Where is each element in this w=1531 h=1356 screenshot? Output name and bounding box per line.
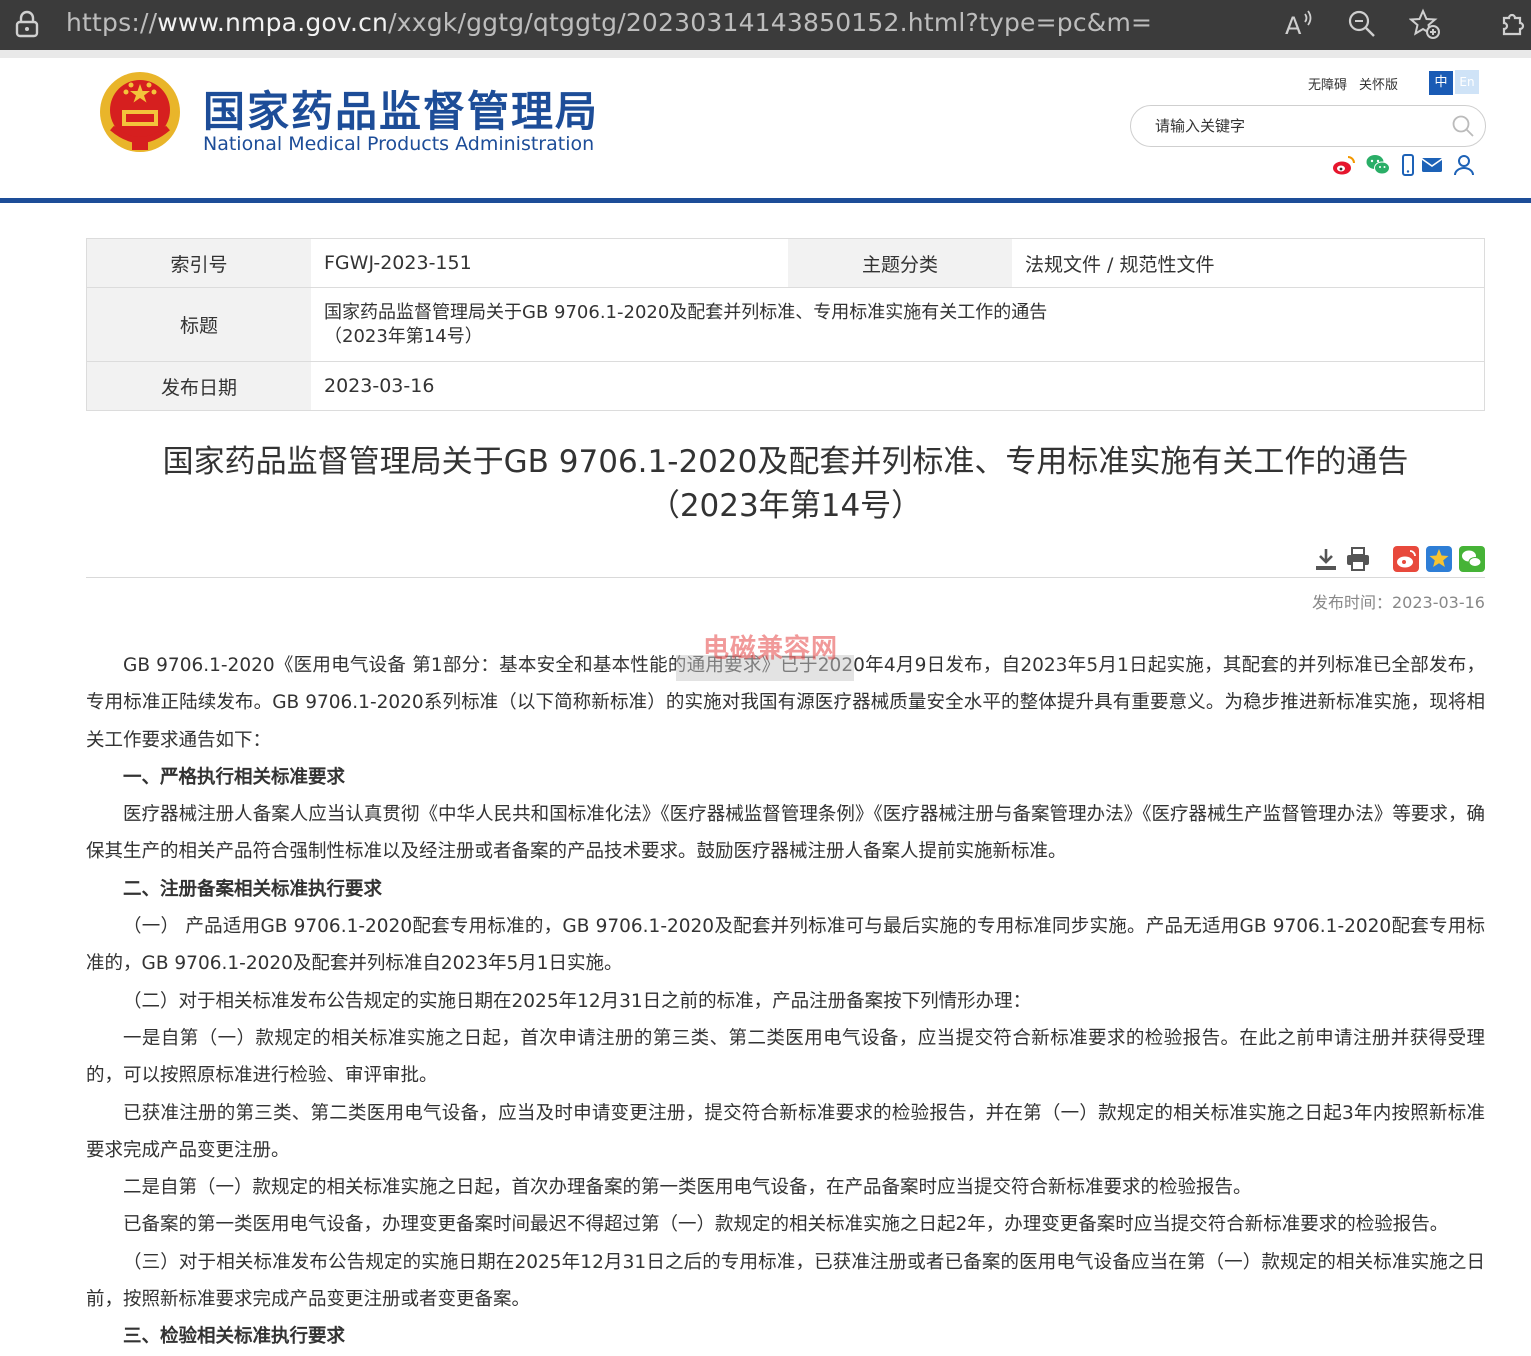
print-icon[interactable] (1345, 546, 1371, 572)
accessibility-link[interactable]: 无障碍 (1308, 78, 1347, 93)
category-value: 法规文件 / 规范性文件 (1025, 253, 1215, 276)
paragraph: （二）对于相关标准发布公告规定的实施日期在2025年12月31日之前的标准，产品… (123, 990, 1032, 1012)
watermark: 电磁兼容网 (703, 634, 839, 664)
publish-time: 发布时间：2023-03-16 (1312, 593, 1485, 612)
care-mode-link[interactable]: 关怀版 (1359, 78, 1398, 93)
search-input[interactable] (1153, 114, 1437, 138)
zoom-icon[interactable] (1346, 8, 1378, 40)
header-divider (0, 198, 1531, 203)
index-value: FGWJ-2023-151 (324, 252, 472, 274)
section-heading: 二、注册备案相关标准执行要求 (123, 878, 383, 900)
mail-icon[interactable] (1420, 154, 1444, 176)
title-value-line2: （2023年第14号） (324, 325, 483, 347)
language-switch: 中 En (1429, 70, 1479, 95)
favorite-add-icon[interactable] (1409, 8, 1441, 40)
table-row: 发布日期 2023-03-16 (86, 361, 1485, 411)
share-wechat-icon[interactable] (1459, 546, 1485, 572)
title-divider (86, 577, 1485, 578)
date-value: 2023-03-16 (311, 361, 1485, 411)
site-header: 国家药品监督管理局 National Medical Products Admi… (0, 58, 1531, 198)
paragraph: （一） 产品适用GB 9706.1-2020配套专用标准的，GB 9706.1-… (86, 916, 1485, 975)
date-label: 发布日期 (86, 361, 311, 411)
title-value: 国家药品监督管理局关于GB 9706.1-2020及配套并列标准、专用标准实施有… (311, 287, 1485, 362)
paragraph: 一是自第（一）款规定的相关标准实施之日起，首次申请注册的第三类、第二类医用电气设… (86, 1027, 1485, 1087)
table-row: 索引号 FGWJ-2023-151 主题分类 法规文件 / 规范性文件 (86, 238, 1485, 288)
site-logo-cn[interactable]: 国家药品监督管理局 (203, 78, 599, 139)
browser-address-bar: https://www.nmpa.gov.cn/xxgk/ggtg/qtggtg… (0, 0, 1531, 50)
search-box (1130, 105, 1486, 147)
svg-text:A: A (1285, 12, 1302, 40)
mobile-icon[interactable] (1396, 154, 1420, 176)
site-logo-en[interactable]: National Medical Products Administration (203, 133, 594, 155)
table-row: 标题 国家药品监督管理局关于GB 9706.1-2020及配套并列标准、专用标准… (86, 287, 1485, 362)
browser-separator (0, 50, 1531, 58)
lock-icon[interactable] (14, 10, 40, 38)
index-label: 索引号 (86, 238, 311, 288)
url-field[interactable]: https://www.nmpa.gov.cn/xxgk/ggtg/qtggtg… (66, 8, 1152, 37)
document-info-table: 索引号 FGWJ-2023-151 主题分类 法规文件 / 规范性文件 标题 国… (86, 238, 1485, 411)
user-icon[interactable] (1452, 154, 1476, 176)
url-host: www.nmpa.gov.cn (157, 8, 389, 37)
lang-zh-button[interactable]: 中 (1429, 71, 1453, 95)
paragraph: 二是自第（一）款规定的相关标准实施之日起，首次办理备案的第一类医用电气设备，在产… (123, 1177, 1252, 1199)
share-weibo-icon[interactable] (1393, 546, 1419, 572)
url-path: /xxgk/ggtg/qtggtg/20230314143850152.html… (388, 8, 1153, 37)
article-body: GB 9706.1-2020《医用电气设备 第1部分：基本安全和基本性能的通用要… (86, 647, 1485, 1356)
read-aloud-icon[interactable]: A (1283, 8, 1315, 40)
search-icon[interactable] (1451, 114, 1475, 138)
download-icon[interactable] (1313, 546, 1339, 572)
extensions-icon[interactable] (1496, 8, 1528, 40)
paragraph: 已备案的第一类医用电气设备，办理变更备案时间最迟不得超过第（一）款规定的相关标准… (123, 1214, 1449, 1236)
title-label: 标题 (86, 287, 311, 362)
national-emblem-icon[interactable] (98, 70, 182, 156)
page-title: 国家药品监督管理局关于GB 9706.1-2020及配套并列标准、专用标准实施有… (86, 440, 1485, 528)
url-prefix: https:// (66, 8, 158, 37)
title-value-line1: 国家药品监督管理局关于GB 9706.1-2020及配套并列标准、专用标准实施有… (324, 301, 1048, 323)
section-heading: 一、严格执行相关标准要求 (123, 766, 346, 788)
wechat-icon[interactable] (1366, 154, 1390, 176)
page-title-line2: （2023年第14号） (648, 488, 923, 524)
page-title-line1: 国家药品监督管理局关于GB 9706.1-2020及配套并列标准、专用标准实施有… (162, 444, 1409, 480)
paragraph: （三）对于相关标准发布公告规定的实施日期在2025年12月31日之后的专用标准，… (86, 1251, 1485, 1311)
weibo-icon[interactable] (1332, 154, 1356, 176)
share-favorite-icon[interactable] (1426, 546, 1452, 572)
lang-en-button[interactable]: En (1455, 70, 1479, 94)
section-heading: 三、检验相关标准执行要求 (123, 1326, 346, 1348)
paragraph: 已获准注册的第三类、第二类医用电气设备，应当及时申请变更注册，提交符合新标准要求… (86, 1102, 1485, 1161)
category-label: 主题分类 (788, 238, 1012, 288)
paragraph: 医疗器械注册人备案人应当认真贯彻《中华人民共和国标准化法》《医疗器械监督管理条例… (86, 804, 1485, 863)
top-links: 无障碍 关怀版 (1308, 74, 1410, 93)
